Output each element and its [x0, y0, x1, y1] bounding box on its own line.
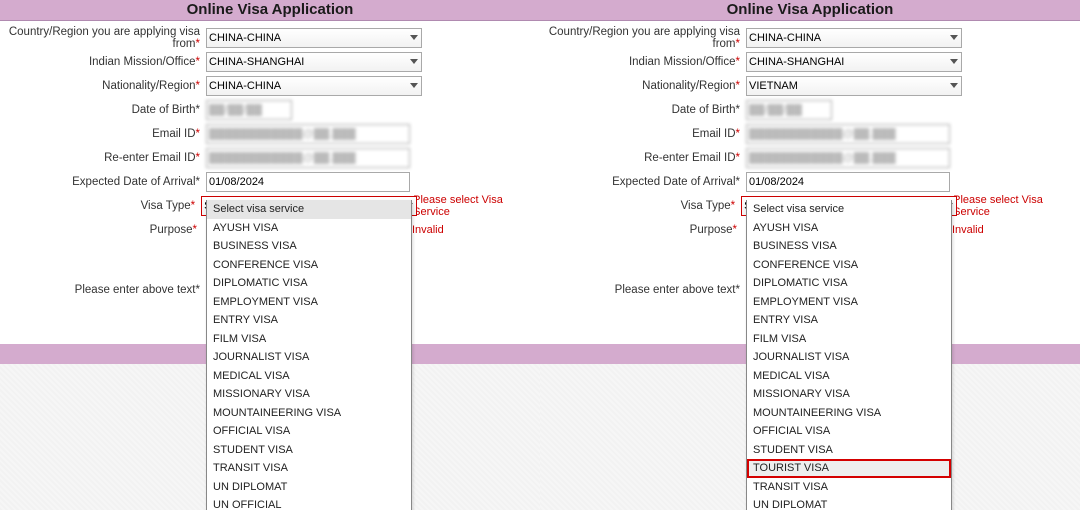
visa-option[interactable]: JOURNALIST VISA [747, 348, 951, 367]
visa-option[interactable]: CONFERENCE VISA [207, 256, 411, 275]
label-captcha: Please enter above text [75, 284, 196, 296]
error-visatype: Please select Visa Service [945, 194, 1080, 218]
visa-option[interactable]: MEDICAL VISA [747, 367, 951, 386]
label-email2: Re-enter Email ID [104, 152, 195, 164]
label-purpose: Purpose [690, 224, 733, 236]
arrival-input[interactable] [746, 172, 950, 192]
visa-option[interactable]: MOUNTAINEERING VISA [207, 404, 411, 423]
label-captcha: Please enter above text [615, 284, 736, 296]
nationality-select[interactable]: VIETNAM [746, 76, 962, 96]
label-mission: Indian Mission/Office [89, 56, 196, 68]
error-visatype: Please select Visa Service [405, 194, 540, 218]
country-select[interactable]: CHINA-CHINA [206, 28, 422, 48]
visa-option[interactable]: MEDICAL VISA [207, 367, 411, 386]
visa-option[interactable]: MOUNTAINEERING VISA [747, 404, 951, 423]
visa-option[interactable]: BUSINESS VISA [207, 237, 411, 256]
visa-option[interactable]: TRANSIT VISA [207, 459, 411, 478]
error-purpose: Invalid [944, 224, 1080, 236]
email-input[interactable] [206, 124, 410, 144]
country-select[interactable]: CHINA-CHINA [746, 28, 962, 48]
dob-input[interactable] [746, 100, 832, 120]
label-mission: Indian Mission/Office [629, 56, 736, 68]
visa-option[interactable]: ENTRY VISA [747, 311, 951, 330]
page-title: Online Visa Application [0, 0, 540, 21]
visa-option[interactable]: FILM VISA [747, 330, 951, 349]
label-arrival: Expected Date of Arrival [612, 176, 735, 188]
label-email2: Re-enter Email ID [644, 152, 735, 164]
label-country: Country/Region you are applying visa fro… [549, 26, 740, 50]
visa-option[interactable]: ENTRY VISA [207, 311, 411, 330]
arrival-input[interactable] [206, 172, 410, 192]
visa-option[interactable]: UN DIPLOMAT [207, 478, 411, 497]
email-input[interactable] [746, 124, 950, 144]
visa-option[interactable]: DIPLOMATIC VISA [747, 274, 951, 293]
visa-option[interactable]: Select visa service [747, 200, 951, 219]
visa-option[interactable]: EMPLOYMENT VISA [207, 293, 411, 312]
visa-option[interactable]: CONFERENCE VISA [747, 256, 951, 275]
label-nationality: Nationality/Region [642, 80, 735, 92]
visa-option[interactable]: TOURIST VISA [747, 459, 951, 478]
visa-option[interactable]: DIPLOMATIC VISA [207, 274, 411, 293]
visa-option[interactable]: UN DIPLOMAT [747, 496, 951, 510]
visa-option[interactable]: STUDENT VISA [747, 441, 951, 460]
label-dob: Date of Birth [132, 104, 196, 116]
label-purpose: Purpose [150, 224, 193, 236]
visatype-dropdown[interactable]: Select visa serviceAYUSH VISABUSINESS VI… [206, 200, 412, 510]
nationality-select[interactable]: CHINA-CHINA [206, 76, 422, 96]
visa-option[interactable]: BUSINESS VISA [747, 237, 951, 256]
visa-option[interactable]: AYUSH VISA [207, 219, 411, 238]
visa-option[interactable]: TRANSIT VISA [747, 478, 951, 497]
visa-option[interactable]: MISSIONARY VISA [747, 385, 951, 404]
visa-option[interactable]: STUDENT VISA [207, 441, 411, 460]
page-title: Online Visa Application [540, 0, 1080, 21]
label-email: Email ID [692, 128, 735, 140]
mission-select[interactable]: CHINA-SHANGHAI [746, 52, 962, 72]
panel-right: Online Visa Application Country/Region y… [540, 0, 1080, 510]
visa-option[interactable]: AYUSH VISA [747, 219, 951, 238]
visa-option[interactable]: UN OFFICIAL [207, 496, 411, 510]
visatype-dropdown[interactable]: Select visa serviceAYUSH VISABUSINESS VI… [746, 200, 952, 510]
label-visatype: Visa Type [681, 200, 731, 212]
label-arrival: Expected Date of Arrival [72, 176, 195, 188]
visa-option[interactable]: OFFICIAL VISA [747, 422, 951, 441]
visa-option[interactable]: Select visa service [207, 200, 411, 219]
panel-left: Online Visa Application Country/Region y… [0, 0, 541, 510]
visa-option[interactable]: MISSIONARY VISA [207, 385, 411, 404]
visa-option[interactable]: FILM VISA [207, 330, 411, 349]
label-nationality: Nationality/Region [102, 80, 195, 92]
dob-input[interactable] [206, 100, 292, 120]
error-purpose: Invalid [404, 224, 540, 236]
email2-input[interactable] [206, 148, 410, 168]
visa-option[interactable]: JOURNALIST VISA [207, 348, 411, 367]
mission-select[interactable]: CHINA-SHANGHAI [206, 52, 422, 72]
email2-input[interactable] [746, 148, 950, 168]
label-dob: Date of Birth [672, 104, 736, 116]
label-email: Email ID [152, 128, 195, 140]
label-visatype: Visa Type [141, 200, 191, 212]
label-country: Country/Region you are applying visa fro… [9, 26, 200, 50]
visa-option[interactable]: OFFICIAL VISA [207, 422, 411, 441]
visa-option[interactable]: EMPLOYMENT VISA [747, 293, 951, 312]
